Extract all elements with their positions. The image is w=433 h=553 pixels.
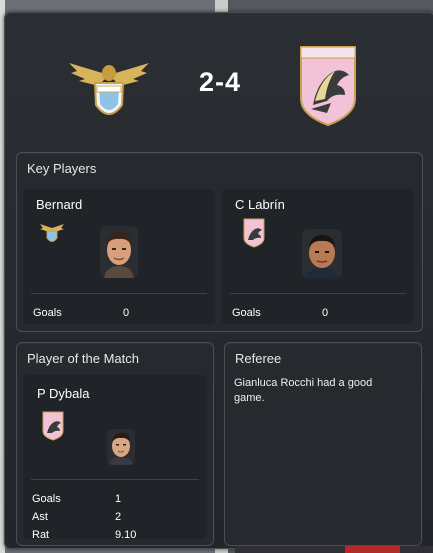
potm-stat-label-goals: Goals	[32, 493, 61, 505]
player-of-the-match-photo	[107, 429, 135, 465]
home-key-player-photo	[100, 226, 138, 278]
away-key-player-stat-value: 0	[322, 307, 329, 319]
away-key-player-stat-label: Goals	[232, 307, 261, 319]
potm-stat-value-goals: 1	[115, 493, 122, 505]
potm-stat-value-rating: 9.10	[115, 529, 137, 541]
match-score: 2-4	[198, 67, 242, 97]
home-key-player-stat-value: 0	[123, 307, 130, 319]
lazio-small-crest-icon	[40, 224, 64, 242]
lazio-eagle-crest-icon[interactable]	[67, 53, 151, 127]
player-of-the-match-card[interactable]: P Dybala Goals 1 Ast 2 Rat 9.10	[23, 375, 207, 541]
key-players-box: Key Players Bernard Goals 0 C Labrín Goa…	[16, 152, 423, 332]
home-key-player-name[interactable]: Bernard	[36, 197, 82, 212]
home-key-player-divider	[31, 293, 207, 294]
potm-stat-label-assists: Ast	[32, 511, 48, 523]
player-of-the-match-name[interactable]: P Dybala	[37, 386, 90, 401]
palermo-eagle-crest-icon[interactable]	[297, 43, 359, 127]
player-of-the-match-divider	[31, 479, 199, 480]
away-key-player-card[interactable]: C Labrín Goals 0	[222, 189, 414, 324]
away-key-player-name[interactable]: C Labrín	[235, 197, 285, 212]
referee-comment: Gianluca Rocchi had a good game.	[234, 377, 373, 404]
away-key-player-divider	[230, 293, 406, 294]
match-report-panel: 2-4 Key Players Bernard Goals 0 C Labrín…	[4, 12, 433, 549]
home-key-player-card[interactable]: Bernard Goals 0	[23, 189, 215, 324]
match-header: 2-4	[5, 13, 433, 153]
palermo-small-crest-icon	[243, 218, 265, 248]
away-key-player-photo	[302, 229, 342, 279]
home-key-player-stat-label: Goals	[33, 307, 62, 319]
key-players-title: Key Players	[27, 161, 97, 176]
player-of-the-match-box: Player of the Match P Dybala Goals 1 Ast…	[16, 342, 214, 546]
background-ad-strip	[235, 546, 433, 553]
potm-stat-label-rating: Rat	[32, 529, 50, 541]
referee-title: Referee	[235, 351, 282, 366]
potm-stat-value-assists: 2	[115, 511, 122, 523]
player-of-the-match-title: Player of the Match	[27, 351, 139, 366]
referee-box: Referee Gianluca Rocchi had a good game.	[224, 342, 422, 546]
palermo-small-crest-icon	[42, 411, 64, 441]
